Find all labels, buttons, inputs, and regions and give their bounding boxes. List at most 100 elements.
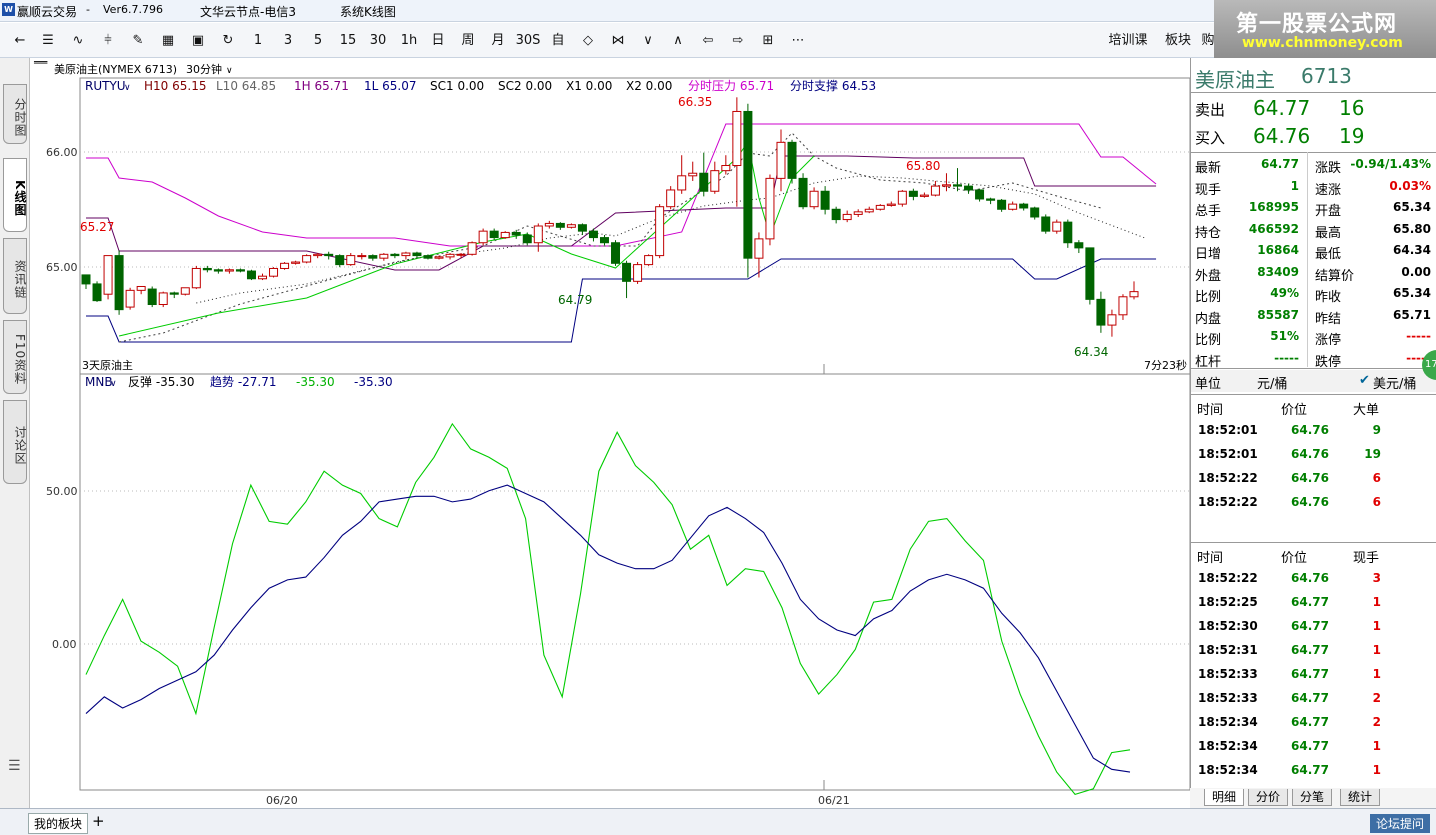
kline-icon[interactable]: ⫩ xyxy=(98,31,118,51)
right-icon[interactable]: ⇨ xyxy=(728,31,748,51)
forum-button[interactable]: 论坛提问 xyxy=(1369,814,1430,833)
period-title[interactable]: 30分钟 xyxy=(186,62,222,76)
logo-text: 第一股票公式网 xyxy=(1236,12,1398,37)
draw-icon[interactable]: ✎ xyxy=(128,31,148,51)
period-1[interactable]: 1 xyxy=(248,31,268,51)
period-5[interactable]: 5 xyxy=(308,31,328,51)
table-row[interactable]: 18:52:01 64.76 19 xyxy=(1191,442,1431,466)
table-row[interactable]: 18:52:31 64.77 1 xyxy=(1191,638,1431,662)
candle-body xyxy=(897,190,907,205)
vol-cell: 1 xyxy=(1372,667,1381,681)
candle-body xyxy=(191,267,201,289)
candle-body xyxy=(158,292,168,306)
period-month[interactable]: 月 xyxy=(488,31,508,51)
quote-row-value: 466592 xyxy=(1248,221,1299,236)
down-icon[interactable]: ∨ xyxy=(638,31,658,51)
table-row[interactable]: 18:52:34 64.77 1 xyxy=(1191,734,1431,758)
annot-low: 64.79 xyxy=(558,293,592,307)
candle-body xyxy=(213,269,223,272)
tab-price[interactable]: 分价 xyxy=(1248,789,1288,806)
left-icon[interactable]: ⇦ xyxy=(698,31,718,51)
quote-row-label2: 昨收 xyxy=(1315,290,1342,305)
sector-button[interactable]: 板块 xyxy=(1162,31,1194,51)
vol-cell: 2 xyxy=(1372,691,1381,705)
mnb-dropdown-icon[interactable]: ∨ xyxy=(110,379,117,389)
period-30s[interactable]: 30S xyxy=(514,31,542,51)
table-row[interactable]: 18:52:34 64.77 2 xyxy=(1191,710,1431,734)
indicator-dropdown-icon[interactable]: ∨ xyxy=(124,83,131,93)
unit-alt[interactable]: 美元/桶 xyxy=(1373,373,1416,392)
period-custom[interactable]: 自 xyxy=(548,31,568,51)
table-row[interactable]: 18:52:22 64.76 6 xyxy=(1191,466,1431,490)
candle-body xyxy=(1118,296,1128,316)
refresh-icon[interactable]: ↻ xyxy=(218,31,238,51)
table-header-cell: 价位 xyxy=(1281,403,1308,418)
table-row[interactable]: 18:52:34 64.77 1 xyxy=(1191,758,1431,782)
period-day[interactable]: 日 xyxy=(428,31,448,51)
indicator-name[interactable]: RUTYU xyxy=(85,79,126,93)
save-icon[interactable]: ▣ xyxy=(188,31,208,51)
add-tab-button[interactable]: + xyxy=(92,812,105,830)
candle-body xyxy=(975,189,985,200)
price-cell: 64.77 xyxy=(1291,739,1329,753)
quote-row-label2: 速涨 xyxy=(1315,182,1342,198)
grid-icon[interactable]: ▦ xyxy=(158,31,178,51)
chart-area[interactable]: ══ 美原油主(NYMEX 6713) 30分钟 ∨ RUTYU ∨ H10 6… xyxy=(30,58,1190,808)
table-row[interactable]: 18:52:25 64.77 1 xyxy=(1191,590,1431,614)
training-button[interactable]: 培训课 xyxy=(1106,31,1150,51)
period-dropdown-icon[interactable]: ∨ xyxy=(226,66,233,76)
sell-row[interactable]: 卖出 64.77 16 xyxy=(1191,96,1436,122)
vol-cell: 6 xyxy=(1372,495,1381,509)
tab-kline[interactable]: K线图 xyxy=(3,158,27,232)
tab-detail[interactable]: 明细 xyxy=(1204,789,1244,806)
table-row[interactable]: 18:52:22 64.76 6 xyxy=(1191,490,1431,514)
buy-row[interactable]: 买入 64.76 19 xyxy=(1191,124,1436,150)
period-30[interactable]: 30 xyxy=(366,31,390,51)
tab-f10[interactable]: F10资料 xyxy=(3,320,27,394)
candle-body xyxy=(180,287,190,295)
l10-value: L10 64.85 xyxy=(216,79,276,93)
countdown: 7分23秒 xyxy=(1144,358,1187,372)
more-icon[interactable]: ⋯ xyxy=(788,31,808,51)
vol-cell: 1 xyxy=(1372,763,1381,777)
table-row[interactable]: 18:52:22 64.76 3 xyxy=(1191,566,1431,590)
table-row[interactable]: 18:52:30 64.77 1 xyxy=(1191,614,1431,638)
period-15[interactable]: 15 xyxy=(336,31,360,51)
sc2-value: SC2 0.00 xyxy=(498,79,552,93)
period-week[interactable]: 周 xyxy=(458,31,478,51)
vol-cell: 1 xyxy=(1372,643,1381,657)
tab-stats[interactable]: 统计 xyxy=(1340,789,1380,806)
quote-row-value2: 0.00 xyxy=(1401,264,1431,279)
quote-row: 日增 16864 最低 64.34 xyxy=(1191,240,1436,262)
up-icon[interactable]: ∧ xyxy=(668,31,688,51)
unit-check-icon[interactable]: ✔ xyxy=(1359,373,1370,388)
candle-body xyxy=(324,253,334,257)
tab-timeshare[interactable]: 分时图 xyxy=(3,84,27,144)
layout-icon[interactable]: ⊞ xyxy=(758,31,778,51)
period-1h[interactable]: 1h xyxy=(398,31,420,51)
tab-ticks[interactable]: 分笔 xyxy=(1292,789,1332,806)
table-row[interactable]: 18:52:33 64.77 1 xyxy=(1191,662,1431,686)
status-bar: 我的板块 + 论坛提问 xyxy=(0,808,1436,835)
kline-chart[interactable]: ══ 美原油主(NYMEX 6713) 30分钟 ∨ RUTYU ∨ H10 6… xyxy=(30,58,1190,808)
table-row[interactable]: 18:52:33 64.77 2 xyxy=(1191,686,1431,710)
time-cell: 18:52:22 xyxy=(1198,471,1258,485)
period-3[interactable]: 3 xyxy=(278,31,298,51)
menu-icon[interactable]: ☰ xyxy=(8,758,21,774)
tab-news[interactable]: 资讯链 xyxy=(3,238,27,314)
my-sector-tab[interactable]: 我的板块 xyxy=(28,813,89,834)
zoom-out-icon[interactable]: ⋈ xyxy=(608,31,628,51)
zoom-in-icon[interactable]: ◇ xyxy=(578,31,598,51)
table-row[interactable]: 18:52:01 64.76 9 xyxy=(1191,418,1431,442)
symbol-title[interactable]: 美原油主(NYMEX 6713) xyxy=(54,62,177,76)
tab-discussion[interactable]: 讨论区 xyxy=(3,400,27,484)
list-icon[interactable]: ☰ xyxy=(38,31,58,51)
mnb-name[interactable]: MNB xyxy=(85,375,113,389)
candle-body xyxy=(721,165,731,172)
quote-row-value2: 0.03% xyxy=(1389,178,1431,193)
node-label[interactable]: 文华云节点-电信3 xyxy=(200,3,296,20)
line-chart-icon[interactable]: ∿ xyxy=(68,31,88,51)
mnb-label-50: 50.00 xyxy=(46,485,78,498)
price-cell: 64.76 xyxy=(1291,447,1329,461)
back-icon[interactable]: ← xyxy=(10,31,30,51)
